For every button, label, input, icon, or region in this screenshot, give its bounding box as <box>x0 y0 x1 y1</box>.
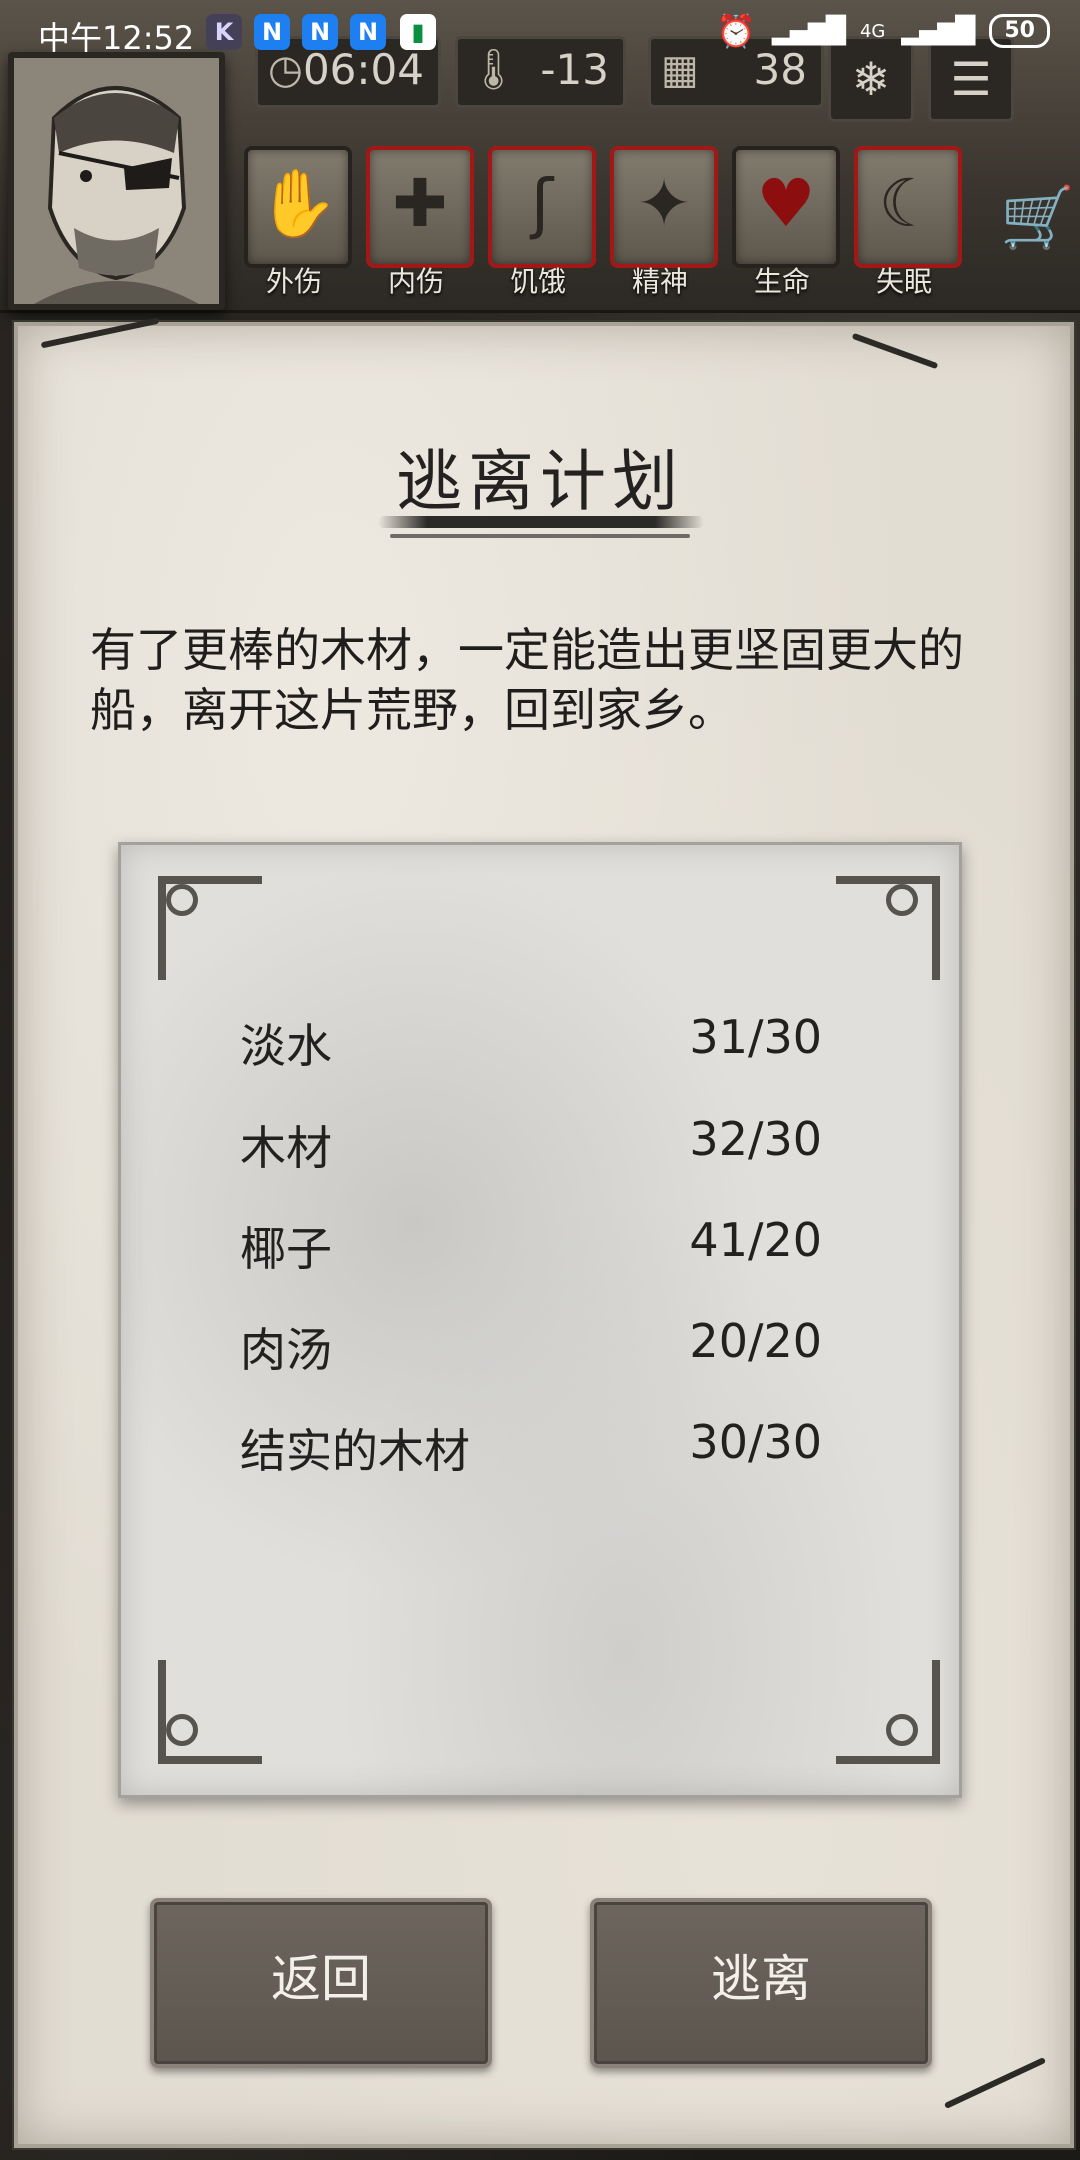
requirement-row: 淡水 31/30 <box>240 1010 822 1073</box>
hunger-label: 饥饿 <box>509 265 566 298</box>
title-underline <box>378 516 704 528</box>
eyepatch-survivor-portrait <box>14 58 219 304</box>
notification-n-icon: N <box>302 14 338 50</box>
notification-k-icon: K <box>206 14 242 50</box>
network-type: 4G <box>859 20 886 42</box>
ornament-corner <box>158 1660 262 1764</box>
hunger-status[interactable]: ʃ <box>488 146 596 268</box>
requirement-count: 20/20 <box>689 1314 822 1368</box>
wound-label: 外伤 <box>265 265 322 298</box>
health-label: 生命 <box>753 265 810 298</box>
system-indicators: ⏰ ▂▄▆█ 4G ▂▄▆█ 50 <box>716 12 1050 50</box>
requirement-count: 31/30 <box>689 1010 822 1064</box>
notification-n-icon: N <box>350 14 386 50</box>
requirement-name: 椰子 <box>240 1222 332 1276</box>
dialog-title: 逃离计划 <box>396 443 684 520</box>
wound-status[interactable]: ✋ <box>244 146 352 268</box>
signal-icon: ▂▄▆█ <box>901 16 975 46</box>
requirement-name: 结实的木材 <box>240 1424 470 1478</box>
head-sparkle-icon: ✦ <box>636 165 692 242</box>
requirement-name: 木材 <box>240 1121 332 1175</box>
ornament-dot <box>166 884 198 916</box>
requirement-row: 椰子 41/20 <box>240 1213 822 1276</box>
requirement-count: 30/30 <box>689 1415 822 1469</box>
internal-injury-label: 内伤 <box>387 265 444 298</box>
requirement-count: 32/30 <box>689 1112 822 1166</box>
avatar[interactable] <box>8 52 225 310</box>
requirement-row: 木材 32/30 <box>240 1112 822 1175</box>
requirement-name: 淡水 <box>240 1019 332 1073</box>
ornament-dot <box>886 884 918 916</box>
back-button[interactable]: 返回 <box>150 1898 492 2068</box>
insomnia-status[interactable]: ☾ <box>854 146 962 268</box>
alarm-icon: ⏰ <box>716 12 756 50</box>
requirement-row: 肉汤 20/20 <box>240 1314 822 1377</box>
dialog-description: 有了更棒的木材，一定能造出更坚固更大的船，离开这片荒野，回到家乡。 <box>90 623 964 737</box>
health-status[interactable]: ♥ <box>732 146 840 268</box>
bandaged-hand-icon: ✋ <box>256 165 340 242</box>
notification-n-icon: N <box>254 14 290 50</box>
battery-indicator: 50 <box>989 14 1050 48</box>
system-time: 中午12:52 <box>38 19 195 57</box>
internal-injury-status[interactable]: ✚ <box>366 146 474 268</box>
ornament-dot <box>166 1714 198 1746</box>
moon-star-icon: ☾ <box>878 165 938 242</box>
stomach-icon: ʃ <box>530 165 554 242</box>
ornament-dot <box>886 1714 918 1746</box>
escape-button[interactable]: 逃离 <box>590 1898 932 2068</box>
heart-icon: ♥ <box>756 165 816 242</box>
title-underline <box>390 534 690 538</box>
spirit-status[interactable]: ✦ <box>610 146 718 268</box>
requirement-count: 41/20 <box>689 1213 822 1267</box>
requirement-row: 结实的木材 30/30 <box>240 1415 822 1478</box>
cross-icon: ✚ <box>392 165 448 242</box>
spirit-label: 精神 <box>631 265 688 298</box>
ornament-corner <box>836 1660 940 1764</box>
signal-icon: ▂▄▆█ <box>772 16 846 46</box>
requirement-name: 肉汤 <box>240 1323 332 1377</box>
notification-chat-icon: ▮ <box>400 14 436 50</box>
system-status-bar: 中午12:52 K N N N ▮ ⏰ ▂▄▆█ 4G ▂▄▆█ 50 <box>0 0 1080 64</box>
insomnia-label: 失眠 <box>875 265 932 298</box>
shop-cart-icon[interactable]: 🛒 <box>1000 182 1075 253</box>
